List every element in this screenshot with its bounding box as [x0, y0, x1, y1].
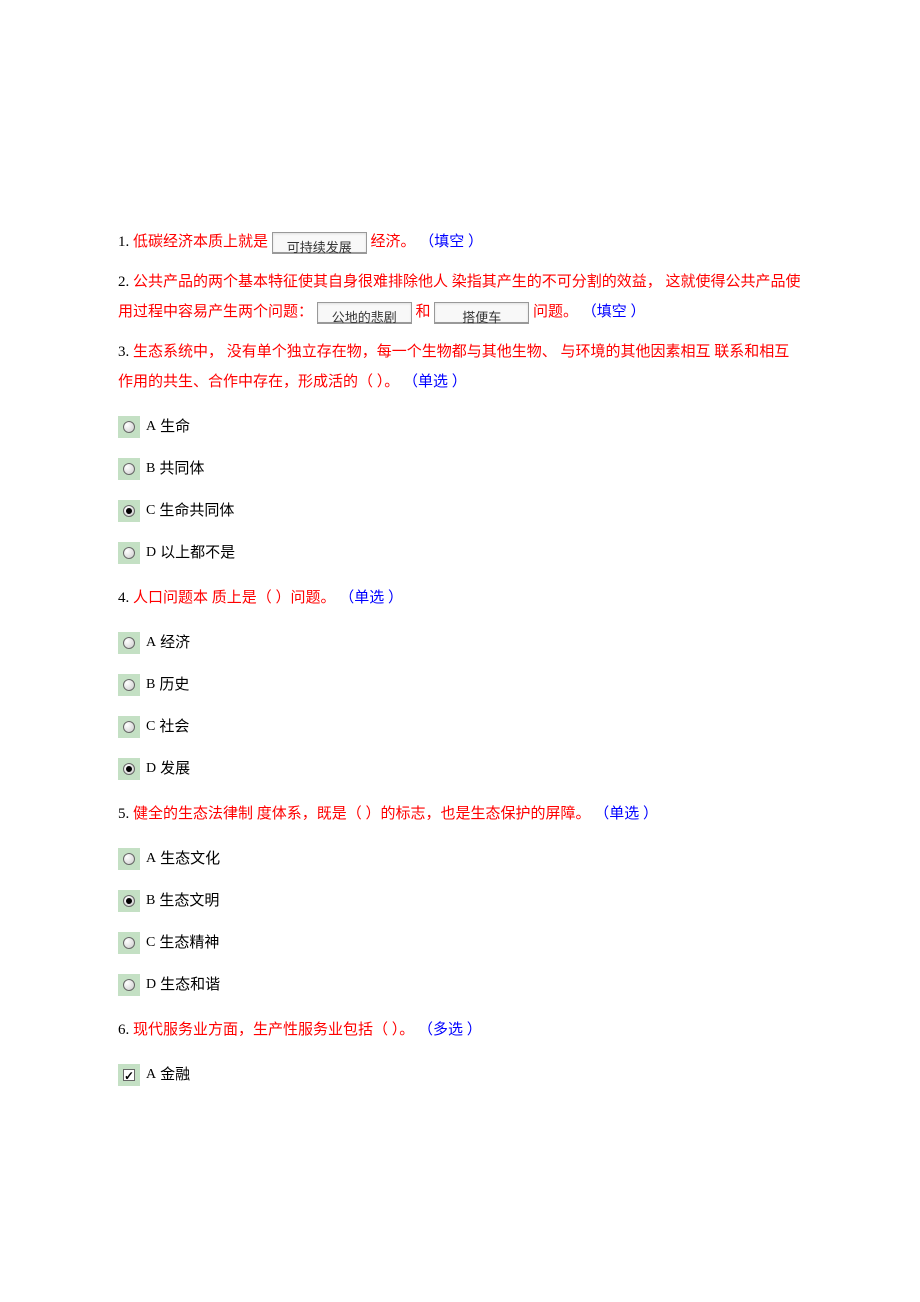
option-6a[interactable]: A 金融 — [118, 1063, 802, 1087]
option-text: 生态精神 — [159, 931, 219, 955]
option-4a[interactable]: A 经济 — [118, 631, 802, 655]
question-text-after: 经济。 — [371, 234, 420, 250]
radio-icon — [118, 632, 140, 654]
option-5d[interactable]: D 生态和谐 — [118, 973, 802, 997]
radio-icon — [118, 974, 140, 996]
question-4: 4. 人口问题本 质上是（ ）问题。 （单选 ） A 经济 B 历史 C 社会 … — [118, 583, 802, 781]
option-text: 发展 — [160, 757, 190, 781]
blank-input-2a[interactable]: 公地的悲剧 — [317, 302, 412, 324]
option-text: 社会 — [159, 715, 189, 739]
question-1: 1. 低碳经济本质上就是 可持续发展 经济。 （填空 ） — [118, 227, 802, 257]
option-4b[interactable]: B 历史 — [118, 673, 802, 697]
option-text: 生态文明 — [159, 889, 219, 913]
option-text: 生态文化 — [160, 847, 220, 871]
question-3: 3. 生态系统中， 没有单个独立存在物，每一个生物都与其他生物、 与环境的其他因… — [118, 337, 802, 565]
blank-input-1[interactable]: 可持续发展 — [272, 232, 367, 254]
option-text: 经济 — [160, 631, 190, 655]
option-label: C — [146, 716, 155, 738]
question-5: 5. 健全的生态法律制 度体系，既是（ ）的标志，也是生态保护的屏障。 （单选 … — [118, 799, 802, 997]
option-label: B — [146, 674, 155, 696]
option-label: B — [146, 890, 155, 912]
option-text: 生命共同体 — [159, 499, 234, 523]
question-type: （多选 ） — [418, 1022, 482, 1038]
option-label: C — [146, 500, 155, 522]
option-3c[interactable]: C 生命共同体 — [118, 499, 802, 523]
option-text: 生命 — [160, 415, 190, 439]
option-text: 以上都不是 — [160, 541, 235, 565]
option-text: 金融 — [160, 1063, 190, 1087]
question-2-prompt: 2. 公共产品的两个基本特征使其自身很难排除他人 染指其产生的不可分割的效益， … — [118, 267, 802, 327]
question-3-prompt: 3. 生态系统中， 没有单个独立存在物，每一个生物都与其他生物、 与环境的其他因… — [118, 337, 802, 397]
question-text-mid: 和 — [416, 304, 431, 320]
question-text-after: 问题。 — [533, 304, 582, 320]
question-type: （单选 ） — [339, 590, 403, 606]
option-label: D — [146, 758, 156, 780]
question-text: 低碳经济本质上就是 — [133, 234, 268, 250]
blank-input-2b[interactable]: 搭便车 — [434, 302, 529, 324]
radio-icon — [118, 416, 140, 438]
radio-icon — [118, 932, 140, 954]
option-4c[interactable]: C 社会 — [118, 715, 802, 739]
option-label: D — [146, 542, 156, 564]
option-label: D — [146, 974, 156, 996]
radio-icon — [118, 716, 140, 738]
option-3b[interactable]: B 共同体 — [118, 457, 802, 481]
option-label: C — [146, 932, 155, 954]
question-type: （单选 ） — [594, 806, 658, 822]
question-type: （单选 ） — [403, 374, 467, 390]
question-text: 现代服务业方面，生产性服务业包括（ ）。 — [133, 1022, 418, 1038]
radio-icon — [118, 500, 140, 522]
question-6: 6. 现代服务业方面，生产性服务业包括（ ）。 （多选 ） A 金融 — [118, 1015, 802, 1087]
option-label: A — [146, 416, 156, 438]
question-type: （填空 ） — [582, 304, 646, 320]
question-number: 4. — [118, 590, 133, 606]
radio-icon — [118, 458, 140, 480]
option-3a[interactable]: A 生命 — [118, 415, 802, 439]
question-number: 3. — [118, 344, 133, 360]
question-5-prompt: 5. 健全的生态法律制 度体系，既是（ ）的标志，也是生态保护的屏障。 （单选 … — [118, 799, 802, 829]
question-text: 人口问题本 质上是（ ）问题。 — [133, 590, 339, 606]
question-number: 5. — [118, 806, 133, 822]
radio-icon — [118, 890, 140, 912]
question-6-prompt: 6. 现代服务业方面，生产性服务业包括（ ）。 （多选 ） — [118, 1015, 802, 1045]
question-4-prompt: 4. 人口问题本 质上是（ ）问题。 （单选 ） — [118, 583, 802, 613]
option-label: B — [146, 458, 155, 480]
question-1-prompt: 1. 低碳经济本质上就是 可持续发展 经济。 （填空 ） — [118, 227, 802, 257]
radio-icon — [118, 542, 140, 564]
radio-icon — [118, 674, 140, 696]
option-5a[interactable]: A 生态文化 — [118, 847, 802, 871]
option-3d[interactable]: D 以上都不是 — [118, 541, 802, 565]
option-5c[interactable]: C 生态精神 — [118, 931, 802, 955]
question-number: 1. — [118, 234, 133, 250]
question-number: 2. — [118, 274, 133, 290]
option-4d[interactable]: D 发展 — [118, 757, 802, 781]
option-text: 共同体 — [159, 457, 204, 481]
radio-icon — [118, 758, 140, 780]
option-5b[interactable]: B 生态文明 — [118, 889, 802, 913]
option-text: 生态和谐 — [160, 973, 220, 997]
question-2: 2. 公共产品的两个基本特征使其自身很难排除他人 染指其产生的不可分割的效益， … — [118, 267, 802, 327]
question-text: 健全的生态法律制 度体系，既是（ ）的标志，也是生态保护的屏障。 — [133, 806, 594, 822]
question-type: （填空 ） — [419, 234, 483, 250]
option-text: 历史 — [159, 673, 189, 697]
option-label: A — [146, 632, 156, 654]
radio-icon — [118, 848, 140, 870]
option-label: A — [146, 1064, 156, 1086]
option-label: A — [146, 848, 156, 870]
checkbox-icon — [118, 1064, 140, 1086]
question-number: 6. — [118, 1022, 133, 1038]
